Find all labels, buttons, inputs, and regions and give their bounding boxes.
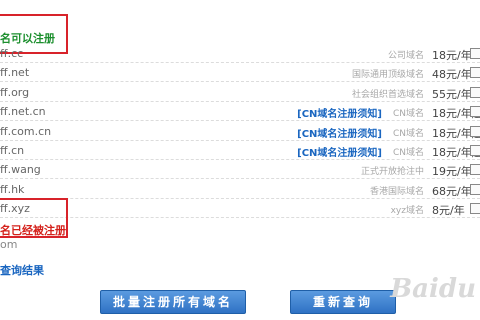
select-checkbox[interactable]: [470, 125, 480, 137]
select-checkbox[interactable]: [470, 183, 480, 195]
domain-description: CN域名: [392, 128, 424, 139]
domain-description: xyz域名: [390, 206, 424, 217]
domain-row: ff.cc 公司域名 18元/年: [0, 44, 480, 63]
domain-name: ff.com.cn: [0, 124, 52, 138]
domain-name: ff.org: [0, 85, 30, 99]
domain-name: ff.cc: [0, 47, 24, 60]
domain-description: 社会组织首选域名: [351, 89, 424, 100]
cn-registration-notice-link[interactable]: [CN域名注册须知]: [297, 144, 382, 159]
domain-description: 国际通用顶级域名: [351, 70, 424, 81]
cn-registration-notice-link[interactable]: [CN域名注册须知]: [297, 105, 382, 120]
domain-price: 19元/年: [432, 165, 472, 179]
domain-name: ff.net.cn: [0, 105, 46, 119]
domain-row: ff.net.cn [CN域名注册须知] CN域名 18元/年起: [0, 102, 480, 122]
requery-button[interactable]: 重新查询: [290, 290, 396, 314]
select-checkbox[interactable]: [470, 67, 480, 79]
domain-description: CN域名: [392, 148, 424, 158]
domain-row: ff.com.cn [CN域名注册须知] CN域名 18元/年起: [0, 122, 480, 141]
row-divider: [0, 217, 480, 219]
domain-row: ff.hk 香港国际域名 68元/年: [0, 180, 480, 199]
domain-row: ff.wang 正式开放抢注中 19元/年: [0, 160, 480, 180]
select-checkbox[interactable]: [470, 145, 480, 156]
select-checkbox[interactable]: [470, 48, 480, 59]
domain-price: 68元/年: [432, 184, 472, 198]
domain-description: 香港国际域名: [369, 186, 424, 197]
domain-name: ff.cn: [0, 144, 25, 157]
domain-description: 公司域名: [387, 51, 424, 61]
domain-row: ff.net 国际通用顶级域名 48元/年: [0, 63, 480, 83]
domain-name: ff.wang: [0, 163, 41, 177]
domain-description: 正式开放抢注中: [360, 167, 424, 178]
taken-domain: om: [0, 238, 18, 251]
domain-search-results: 名可以注册 ff.cc 公司域名 18元/年 ff.net 国际通用顶级域名 48元/年 f…: [0, 0, 480, 320]
select-checkbox[interactable]: [470, 164, 480, 176]
query-result-link[interactable]: 查询结果: [0, 262, 44, 278]
domain-description: CN域名: [392, 109, 424, 120]
domain-price: 18元/年: [432, 49, 472, 62]
domain-name: ff.hk: [0, 182, 25, 196]
select-checkbox[interactable]: [470, 203, 480, 215]
domain-price: 48元/年: [432, 68, 472, 82]
select-checkbox[interactable]: [470, 86, 480, 98]
domain-name: ff.net: [0, 66, 30, 80]
taken-heading: 名已经被注册: [0, 224, 66, 237]
domain-row: ff.org 社会组织首选域名 55元/年: [0, 83, 480, 102]
watermark-logo: Baidu: [390, 274, 476, 304]
domain-price: 55元/年: [432, 87, 472, 101]
batch-register-button[interactable]: 批量注册所有域名: [100, 290, 246, 314]
cn-registration-notice-link[interactable]: [CN域名注册须知]: [297, 125, 382, 140]
select-checkbox[interactable]: [470, 106, 480, 118]
domain-row: ff.xyz xyz域名 8元/年: [0, 199, 480, 219]
domain-price: 8元/年: [432, 204, 465, 218]
domain-row: ff.cn [CN域名注册须知] CN域名 18元/年起: [0, 141, 480, 160]
